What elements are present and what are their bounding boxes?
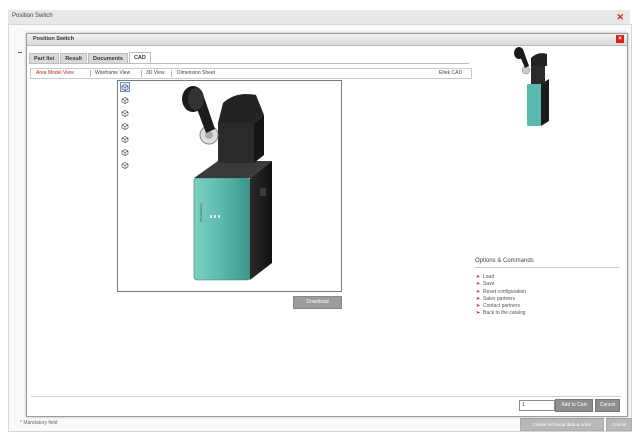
arrow-right-icon: ➤ [476,295,481,302]
option-reset-configuration[interactable]: ➤ Reset configuration [475,289,620,295]
dialog-titlebar: Position Switch × [27,34,627,46]
window-titlebar: Position Switch ✕ [8,10,630,25]
outer-close-icon[interactable]: ✕ [616,12,624,23]
cad-brand-link[interactable]: Eltek CAD [439,69,462,78]
option-sales-partners[interactable]: ➤ Sales partners [475,296,620,302]
dialog-title: Position Switch [33,36,74,42]
svg-text:Schmersal: Schmersal [199,203,204,222]
view-left-icon[interactable] [121,122,129,130]
view-toolbar: Area Model View Wireframe View 3D View D… [30,68,472,79]
window-title: Position Switch [12,13,53,19]
view-separator [141,70,142,77]
option-save[interactable]: ➤ Save [475,281,620,287]
configurator-dialog: Position Switch × Part list Result Documen… [26,33,628,417]
tab-divider [29,63,469,64]
arrow-right-icon: ➤ [476,310,481,317]
option-load[interactable]: ➤ Load [475,274,620,280]
view-front-icon[interactable] [121,96,129,104]
view-top-icon[interactable] [121,148,129,156]
product-thumbnail [514,47,549,126]
download-button[interactable]: Download [293,296,342,309]
cancel-button[interactable]: Cancel [595,399,620,412]
tab-bar: Part list Result Documents CAD [29,52,152,64]
arrow-right-icon: ➤ [476,288,481,295]
option-back-to-catalog[interactable]: ➤ Back to the catalog [475,310,620,316]
option-label: Load [483,274,495,280]
arrow-right-icon: ➤ [476,281,481,288]
quantity-input[interactable]: 1 [519,400,555,411]
options-heading: Options & Commands [475,258,620,268]
option-label: Back to the catalog [483,310,526,317]
area-model-view-link[interactable]: Area Model View [36,69,74,78]
cad-viewer[interactable]: Schmersal [117,80,342,292]
outer-cancel-button[interactable]: Cancel [606,418,632,431]
3d-view-link[interactable]: 3D View [146,69,165,78]
position-switch-model: Schmersal [182,86,272,281]
add-to-cart-button[interactable]: Add to Cart [555,399,593,412]
option-contact-partners[interactable]: ➤ Contact partners [475,303,620,309]
mandatory-note: * Mandatory field [20,420,58,426]
view-iso-icon[interactable] [120,82,130,92]
create-request-button[interactable]: Create technical data & order [520,418,604,431]
footer-divider [31,396,621,397]
view-separator [171,70,172,77]
view-bottom-icon[interactable] [121,161,129,169]
view-separator [90,70,91,77]
arrow-right-icon: ➤ [476,303,481,310]
wireframe-view-link[interactable]: Wireframe View [95,69,130,78]
option-label: Contact partners [483,303,520,310]
options-panel: Options & Commands ➤ Load ➤ Save ➤ Reset co… [475,258,620,317]
view-right-icon[interactable] [121,135,129,143]
dialog-close-icon[interactable]: × [616,35,624,43]
option-label: Sales partners [483,295,516,302]
arrow-right-icon: ➤ [476,274,481,280]
option-label: Reset configuration [483,288,527,295]
dimension-sheet-link[interactable]: Dimension Sheet [177,69,215,78]
view-back-icon[interactable] [121,109,129,117]
left-marker [18,52,22,53]
option-label: Save [483,281,495,288]
cad-view-toolbar [120,82,130,174]
